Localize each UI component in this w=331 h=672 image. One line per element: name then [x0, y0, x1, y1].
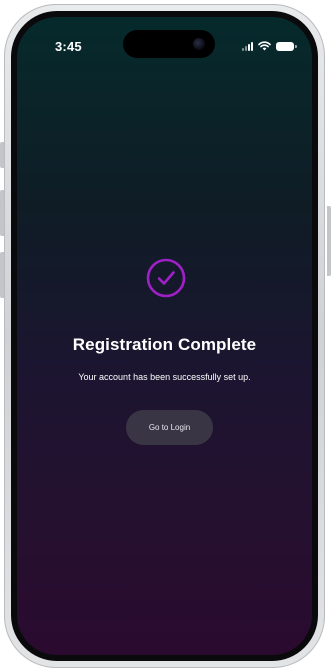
app-screen: 3:45 Registration Complete Your account …	[17, 17, 312, 655]
status-bar: 3:45	[17, 17, 312, 73]
status-icons	[242, 40, 297, 52]
volume-down-button	[0, 252, 4, 298]
volume-up-button	[0, 190, 4, 236]
cellular-signal-icon	[242, 41, 253, 51]
battery-icon	[276, 41, 297, 51]
action-button	[0, 142, 4, 168]
confirmation-message: Your account has been successfully set u…	[78, 372, 251, 382]
wifi-icon	[258, 41, 271, 51]
status-time: 3:45	[55, 39, 82, 54]
dynamic-island	[123, 30, 215, 58]
front-camera-icon	[193, 38, 205, 50]
page-title: Registration Complete	[72, 335, 257, 354]
check-circle-icon	[146, 258, 186, 298]
go-to-login-button[interactable]: Go to Login	[126, 410, 213, 445]
power-button	[327, 206, 331, 276]
